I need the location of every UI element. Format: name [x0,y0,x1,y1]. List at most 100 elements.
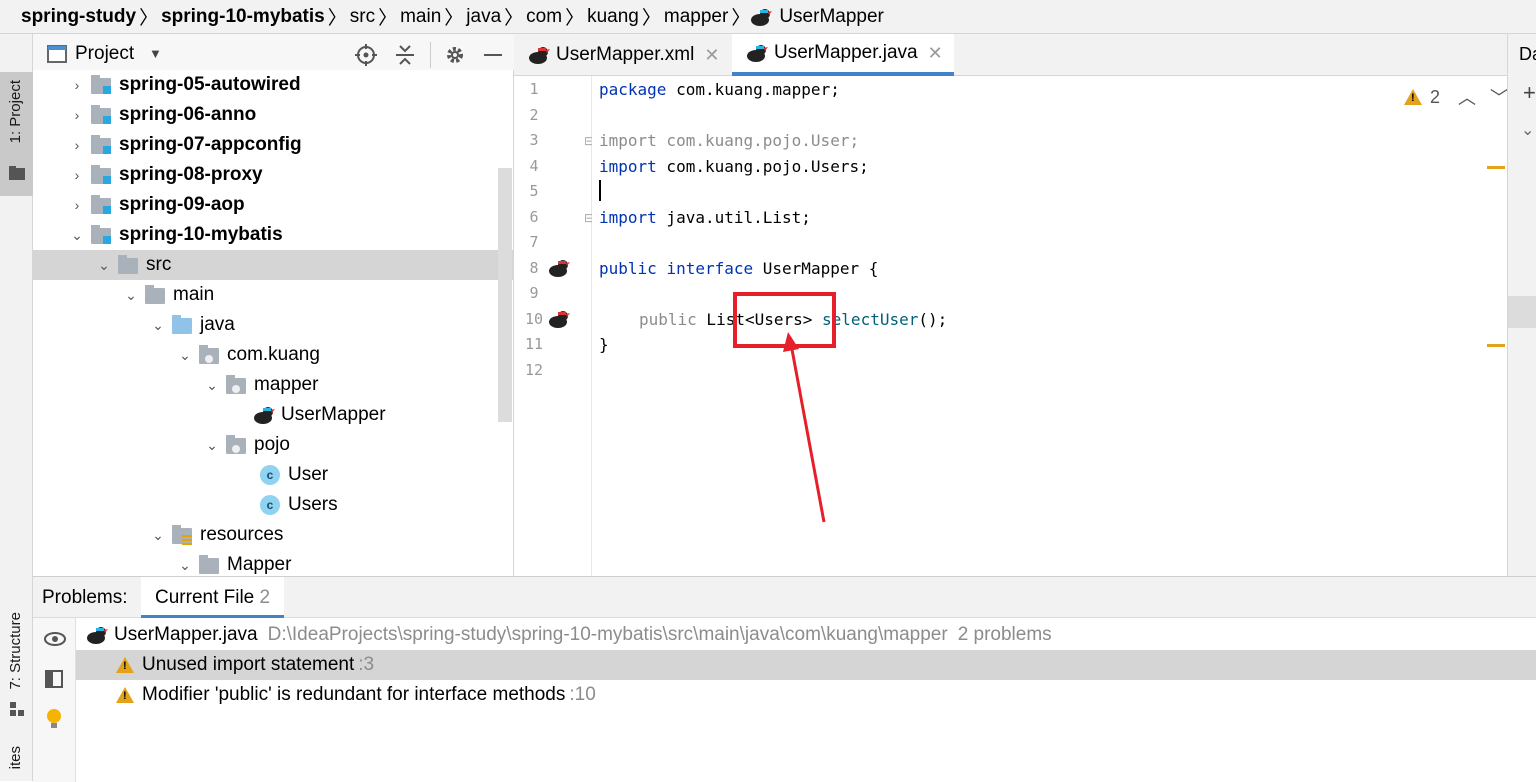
problems-file-name: UserMapper.java [114,624,258,645]
chevron-down-icon[interactable]: ⌄ [177,557,193,574]
tab-label: UserMapper.java [774,42,918,63]
breadcrumb-item[interactable]: main [397,6,444,28]
add-icon[interactable]: + [1523,80,1536,106]
project-tool-label: 1: Project [7,80,24,144]
problem-item[interactable]: ! Unused import statement :3 [76,650,1536,680]
tab-usermapper-java[interactable]: UserMapper.java ✕ [732,34,954,76]
editor-gutter: 1 2 3 4 5 6 7 8 9 10 11 12 ⊟ ⊟ [514,76,594,576]
mybatis-gutter-icon[interactable] [548,258,570,278]
line-number: 12 [524,361,544,379]
breadcrumb-item[interactable]: mapper [661,6,731,28]
chevron-down-icon[interactable]: ⌄ [150,527,166,544]
warning-stripe-mark[interactable] [1487,166,1505,169]
mybatis-bird-icon [747,45,768,62]
left-tool-strip: 1: Project 7: Structure ites [0,34,33,781]
breadcrumb-item[interactable]: spring-study [18,6,139,28]
problems-file-row[interactable]: UserMapper.java D:\IdeaProjects\spring-s… [76,620,1536,650]
tree-node[interactable]: ⌄ java [33,310,513,340]
folder-icon [145,285,167,305]
collapse-all-icon[interactable] [395,44,415,66]
mybatis-bird-icon [529,47,550,64]
mybatis-gutter-icon[interactable] [548,309,570,329]
preview-panel-icon[interactable] [45,670,63,688]
class-icon: c [260,465,282,485]
chevron-down-icon[interactable]: ⌄ [204,377,220,394]
right-scroll-thumb[interactable] [1508,296,1536,328]
favorites-tool-label[interactable]: ites [7,746,24,769]
problems-label: Problems: [42,587,128,608]
tab-usermapper-xml[interactable]: UserMapper.xml ✕ [514,34,732,76]
mybatis-bird-icon [253,405,275,425]
tree-node[interactable]: ⌄ mapper [33,370,513,400]
breadcrumb-separator-icon: 〉 [378,8,398,29]
chevron-down-icon[interactable]: ⌄ [1521,120,1534,140]
chevron-down-icon[interactable]: ⌄ [177,347,193,364]
tree-node[interactable]: › spring-05-autowired [33,70,513,100]
tree-scrollbar[interactable] [498,168,512,422]
warning-stripe-mark[interactable] [1487,344,1505,347]
problem-location: :3 [358,654,375,675]
tree-node[interactable]: c User [33,460,513,490]
database-tool-label[interactable]: Da [1519,44,1536,65]
tree-node[interactable]: › spring-08-proxy [33,160,513,190]
locate-icon[interactable] [355,44,377,66]
chevron-right-icon[interactable]: › [69,167,85,183]
gear-icon[interactable] [444,44,466,66]
tree-node[interactable]: › spring-07-appconfig [33,130,513,160]
chevron-right-icon[interactable]: › [69,197,85,213]
tree-node[interactable]: ⌄ pojo [33,430,513,460]
tree-node-label: spring-05-autowired [119,74,301,95]
tab-current-file[interactable]: Current File 2 [141,577,285,618]
breadcrumb-item[interactable]: spring-10-mybatis [158,6,328,28]
resources-folder-icon [172,525,194,545]
tree-node[interactable]: c Users [33,490,513,520]
tree-node[interactable]: ⌄ main [33,280,513,310]
tree-node-selected[interactable]: ⌄ src [33,250,513,280]
problems-toolbar [33,618,76,782]
inspection-widget[interactable]: ! 2 ︿ ﹀ [1404,84,1507,110]
chevron-down-icon[interactable]: ⌄ [150,317,166,334]
breadcrumb-item[interactable]: src [347,6,378,28]
breadcrumb-item[interactable]: UserMapper [750,6,887,28]
tree-node[interactable]: ⌄ spring-10-mybatis [33,220,513,250]
project-view-icon [47,45,67,63]
chevron-down-icon[interactable]: ⌄ [123,287,139,304]
chevron-right-icon[interactable]: › [69,77,85,93]
lightbulb-icon[interactable] [46,708,62,730]
warning-icon: ! [116,687,134,703]
tree-node-label: main [173,284,215,305]
breadcrumb-label: mapper [663,5,729,27]
chevron-down-icon[interactable]: ⌄ [96,257,112,274]
breadcrumb-item[interactable]: com [523,6,565,28]
tree-node[interactable]: › spring-06-anno [33,100,513,130]
chevron-down-icon[interactable]: ⌄ [204,437,220,454]
tree-node[interactable]: › spring-09-aop [33,190,513,220]
breadcrumb-separator-icon: 〉 [139,8,159,29]
chevron-right-icon[interactable]: › [69,137,85,153]
tree-node-label: spring-08-proxy [119,164,263,185]
tree-node[interactable]: ⌄ resources [33,520,513,550]
previous-highlight-icon[interactable]: ︿ [1458,84,1476,110]
code-editor[interactable]: package com.kuang.mapper; import com.kua… [592,76,1507,576]
project-tool-button[interactable]: 1: Project [0,72,33,196]
project-view-dropdown[interactable]: ▼ [149,46,162,61]
tree-node[interactable]: ⌄ com.kuang [33,340,513,370]
minimize-icon[interactable] [484,54,502,56]
close-icon[interactable]: ✕ [928,43,943,64]
eye-icon[interactable] [44,632,66,646]
tree-node[interactable]: ⌄ Mapper [33,550,513,576]
breadcrumb-item[interactable]: kuang [584,6,642,28]
problems-tab-bar: Problems: Current File 2 [33,577,1536,618]
close-icon[interactable]: ✕ [704,45,719,66]
structure-tool-label[interactable]: 7: Structure [7,612,24,690]
next-highlight-icon[interactable]: ﹀ [1490,84,1507,110]
module-folder-icon [91,225,113,245]
breadcrumb-label: main [400,5,442,27]
breadcrumb-separator-icon: 〉 [565,8,585,29]
breadcrumb-item[interactable]: java [463,6,504,28]
chevron-down-icon[interactable]: ⌄ [69,227,85,244]
chevron-right-icon[interactable]: › [69,107,85,123]
tree-node[interactable]: UserMapper [33,400,513,430]
problem-item[interactable]: ! Modifier 'public' is redundant for int… [76,680,1536,710]
code-line-3: import com.kuang.pojo.User; [599,131,860,150]
